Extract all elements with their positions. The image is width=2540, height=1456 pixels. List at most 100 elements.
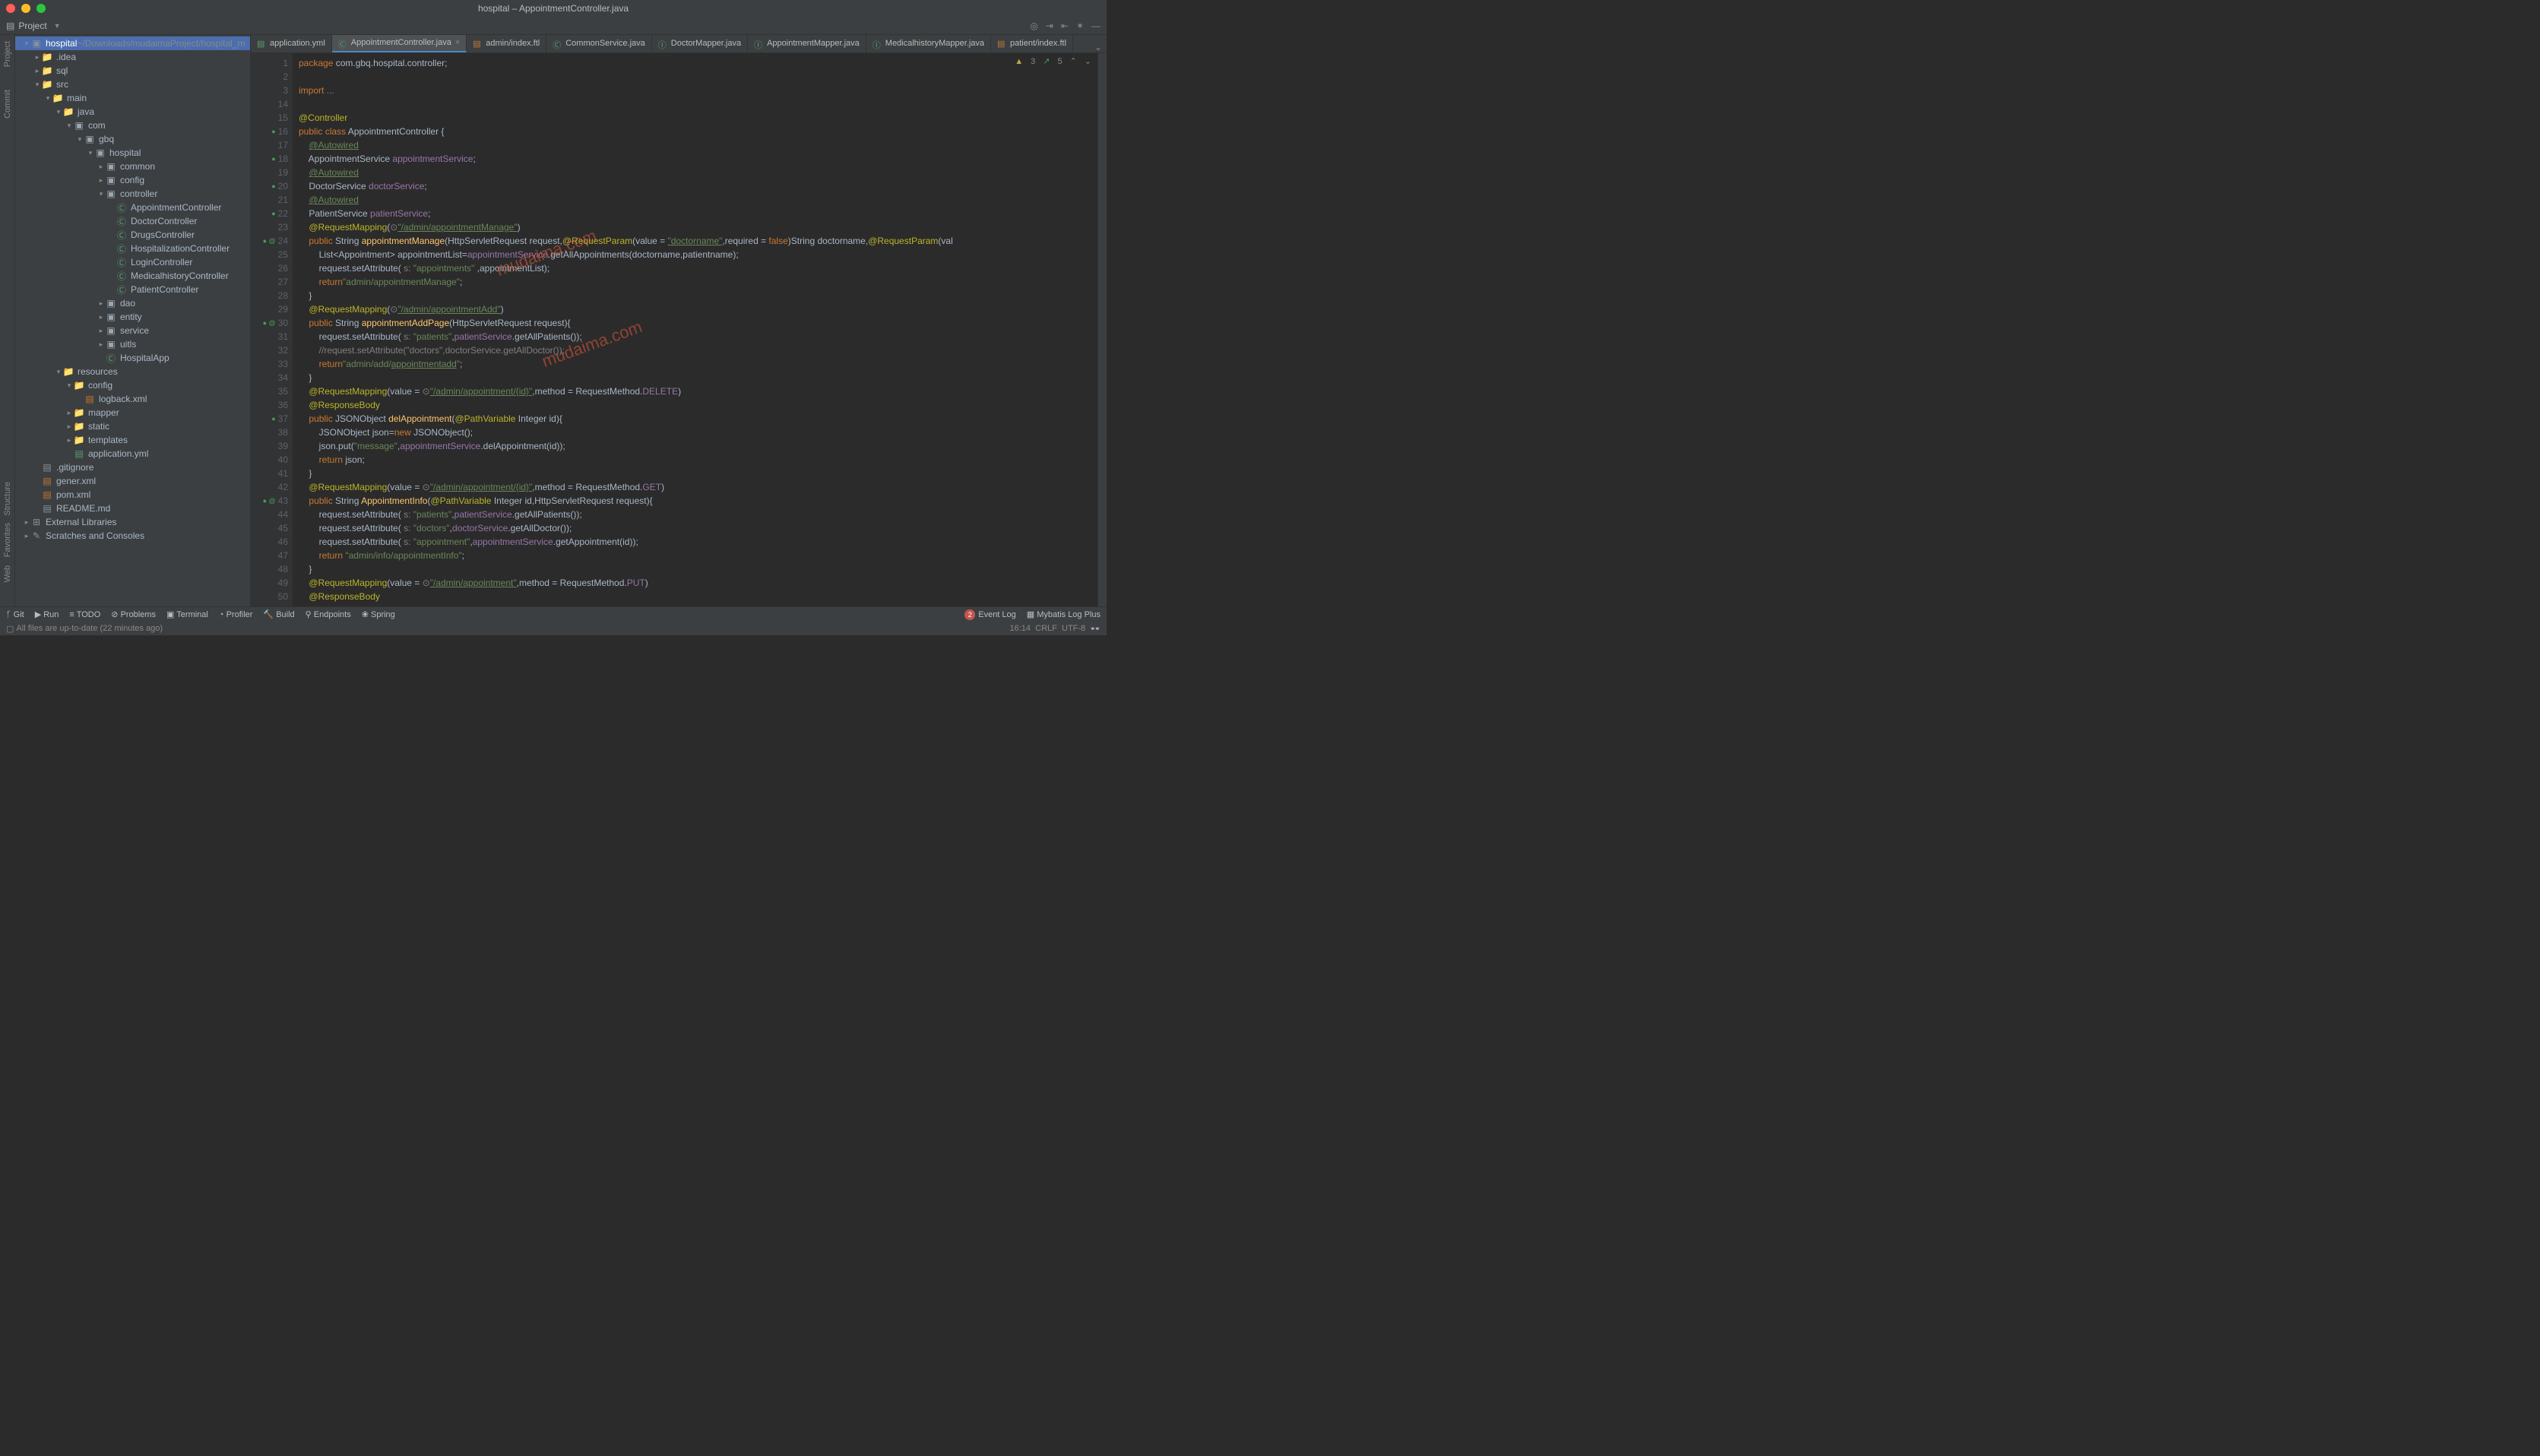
gutter-line[interactable]: 40 [251,453,288,467]
reader-mode-icon[interactable]: 👓 [1090,624,1101,634]
gutter-line[interactable]: 19 [251,166,288,179]
code-editor[interactable]: ▲3 ↗5 ⌃ ⌄ 1231415●1617●1819●2021●2223● @… [251,53,1107,606]
code-line[interactable]: } [299,371,1097,385]
run-tool[interactable]: ▶ Run [35,609,59,619]
code-line[interactable] [299,97,1097,111]
gutter-line[interactable]: 29 [251,302,288,316]
code-line[interactable]: return"admin/add/appointmentadd"; [299,357,1097,371]
code-line[interactable]: json.put("message",appointmentService.de… [299,439,1097,453]
tree-node[interactable]: ▸📁sql [15,64,250,78]
tree-node[interactable]: ▾📁src [15,78,250,91]
code-line[interactable]: @Controller [299,111,1097,125]
code-line[interactable]: public String appointmentManage(HttpServ… [299,234,1097,248]
code-line[interactable]: @Autowired [299,138,1097,152]
inspection-widget[interactable]: ▲3 ↗5 ⌃ ⌄ [1015,56,1091,66]
gutter-line[interactable]: 27 [251,275,288,289]
gutter-line[interactable]: ● @30 [251,316,288,330]
select-opened-icon[interactable]: ◎ [1030,21,1037,31]
mybatis-log[interactable]: ▦ Mybatis Log Plus [1027,609,1101,619]
gutter-line[interactable]: 2 [251,70,288,84]
code-line[interactable]: @RequestMapping(⊙"/admin/appointmentAdd"… [299,302,1097,316]
tree-node[interactable]: ▾▣hospital [15,146,250,160]
code-content[interactable]: package com.gbq.hospital.controller; imp… [293,53,1097,606]
tree-node[interactable]: ▸▣uitls [15,337,250,351]
editor-tab[interactable]: ⒾDoctorMapper.java [652,35,748,52]
minimize-window-icon[interactable] [21,4,30,13]
tree-node[interactable]: ⒸMedicalhistoryController [15,269,250,283]
editor-tab[interactable]: ▤application.yml [251,35,332,52]
gutter-line[interactable]: 45 [251,521,288,535]
tabs-dropdown-icon[interactable]: ⌄ [1090,42,1107,52]
project-tree[interactable]: ▾▣hospital ~/Downloads/mudaimaProject/ho… [15,35,251,606]
maximize-window-icon[interactable] [36,4,46,13]
problems-tool[interactable]: ⊘ Problems [111,609,156,619]
code-line[interactable]: @Autowired [299,166,1097,179]
stripe-web[interactable]: Web [3,565,12,582]
gutter-line[interactable]: 17 [251,138,288,152]
code-line[interactable]: return json; [299,453,1097,467]
tree-node[interactable]: ▤logback.xml [15,392,250,406]
code-line[interactable]: List<Appointment> appointmentList=appoin… [299,248,1097,261]
gutter-line[interactable]: ●22 [251,207,288,220]
gutter-line[interactable]: ●37 [251,412,288,426]
code-line[interactable]: import ... [299,84,1097,97]
close-tab-icon[interactable]: × [455,38,460,47]
tree-node[interactable]: ▾📁resources [15,365,250,378]
line-separator[interactable]: CRLF [1035,624,1057,633]
stripe-project[interactable]: Project [3,41,12,67]
tree-node[interactable]: ⒸLoginController [15,255,250,269]
tree-node[interactable]: ⒸHospitalApp [15,351,250,365]
gutter-line[interactable]: 28 [251,289,288,302]
caret-position[interactable]: 16:14 [1009,624,1031,633]
gutter-line[interactable]: ●18 [251,152,288,166]
code-line[interactable]: public String appointmentAddPage(HttpSer… [299,316,1097,330]
hide-icon[interactable]: — [1091,21,1101,31]
code-line[interactable]: @Autowired [299,193,1097,207]
gutter-line[interactable]: 26 [251,261,288,275]
gutter[interactable]: 1231415●1617●1819●2021●2223● @2425262728… [251,53,293,606]
code-line[interactable] [299,603,1097,606]
code-line[interactable]: request.setAttribute( s: "doctors",docto… [299,521,1097,535]
git-tool[interactable]: ᚶ Git [6,610,24,619]
tree-node[interactable]: ▤application.yml [15,447,250,461]
code-line[interactable]: PatientService patientService; [299,207,1097,220]
editor-tab[interactable]: ⒸCommonService.java [546,35,652,52]
code-line[interactable]: //request.setAttribute("doctors",doctorS… [299,343,1097,357]
code-line[interactable]: @ResponseBody [299,398,1097,412]
stripe-commit[interactable]: Commit [3,90,12,119]
chevron-up-icon[interactable]: ⌃ [1070,56,1077,66]
build-tool[interactable]: 🔨 Build [263,609,294,619]
gutter-line[interactable]: ● @43 [251,494,288,508]
editor-tab[interactable]: ▤patient/index.ftl [991,35,1073,52]
gutter-line[interactable]: 25 [251,248,288,261]
gutter-line[interactable]: 47 [251,549,288,562]
tree-node[interactable]: ▾▣com [15,119,250,132]
tree-node[interactable]: ▸▣entity [15,310,250,324]
stripe-favorites[interactable]: Favorites [3,523,12,557]
gutter-line[interactable]: 15 [251,111,288,125]
gutter-line[interactable]: 39 [251,439,288,453]
gutter-line[interactable]: 38 [251,426,288,439]
code-line[interactable]: JSONObject json=new JSONObject(); [299,426,1097,439]
tree-node[interactable]: ▤gener.xml [15,474,250,488]
gutter-line[interactable]: 33 [251,357,288,371]
close-window-icon[interactable] [6,4,15,13]
gutter-line[interactable]: 41 [251,467,288,480]
gutter-line[interactable]: 1 [251,56,288,70]
tree-node[interactable]: ▾▣gbq [15,132,250,146]
status-icon[interactable]: ▢ [6,624,14,634]
code-line[interactable]: request.setAttribute( s: "patients",pati… [299,508,1097,521]
tree-node[interactable]: ▸▣dao [15,296,250,310]
editor-tab[interactable]: ⒸAppointmentController.java× [332,35,467,52]
tree-node[interactable]: ▸📁.idea [15,50,250,64]
gutter-line[interactable]: ● @24 [251,234,288,248]
gutter-line[interactable]: 36 [251,398,288,412]
gutter-line[interactable]: 46 [251,535,288,549]
code-line[interactable]: } [299,562,1097,576]
editor-tab[interactable]: ⒾMedicalhistoryMapper.java [866,35,991,52]
settings-icon[interactable]: ✶ [1076,21,1084,31]
gutter-line[interactable]: 49 [251,576,288,590]
gutter-line[interactable]: 42 [251,480,288,494]
code-line[interactable] [299,70,1097,84]
tree-node[interactable]: ⒸAppointmentController [15,201,250,214]
